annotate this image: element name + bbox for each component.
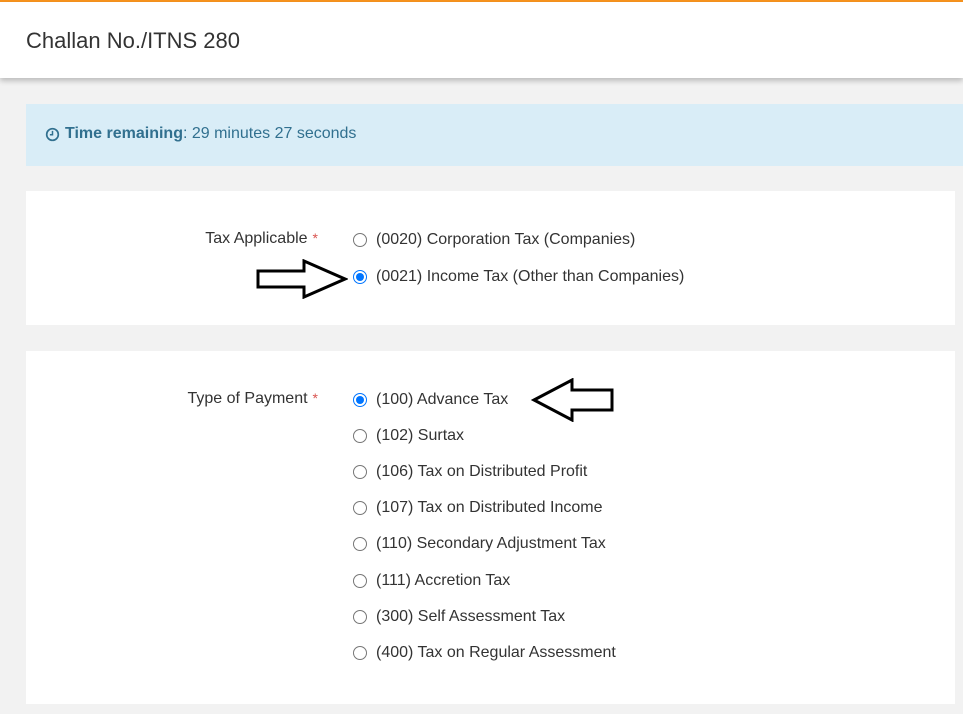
radio-option-110[interactable]: (110) Secondary Adjustment Tax xyxy=(353,534,606,554)
radio-option-label: (110) Secondary Adjustment Tax xyxy=(376,535,606,552)
radio-button-checked[interactable] xyxy=(353,393,367,407)
page-header: Challan No./ITNS 280 xyxy=(0,2,963,78)
type-of-payment-section: Type of Payment * (100) Advance Tax (102)… xyxy=(26,351,955,704)
radio-option-label: (0020) Corporation Tax (Companies) xyxy=(376,231,636,248)
timer-content: Time remaining : 29 minutes 27 seconds xyxy=(45,125,356,143)
left-arrow-icon xyxy=(530,378,614,422)
type-of-payment-label: Type of Payment * xyxy=(26,390,318,408)
right-arrow-icon xyxy=(256,259,348,299)
radio-button[interactable] xyxy=(353,233,367,247)
required-asterisk: * xyxy=(312,390,318,406)
radio-option-label: (107) Tax on Distributed Income xyxy=(376,499,603,516)
radio-button[interactable] xyxy=(353,610,367,624)
radio-button-checked[interactable] xyxy=(353,270,367,284)
radio-option-300[interactable]: (300) Self Assessment Tax xyxy=(353,607,565,627)
radio-button[interactable] xyxy=(353,429,367,443)
tax-applicable-section: Tax Applicable * (0020) Corporation Tax (… xyxy=(26,191,955,325)
radio-option-107[interactable]: (107) Tax on Distributed Income xyxy=(353,498,602,518)
radio-button[interactable] xyxy=(353,574,367,588)
radio-option-label: (0021) Income Tax (Other than Companies) xyxy=(376,268,685,285)
radio-option-label: (300) Self Assessment Tax xyxy=(376,608,566,625)
radio-option-label: (100) Advance Tax xyxy=(376,391,509,408)
type-of-payment-label-text: Type of Payment xyxy=(187,390,308,407)
radio-option-111[interactable]: (111) Accretion Tax xyxy=(353,571,510,591)
radio-option-100[interactable]: (100) Advance Tax xyxy=(353,390,508,410)
tax-applicable-label: Tax Applicable * xyxy=(26,230,318,248)
radio-option-0021[interactable]: (0021) Income Tax (Other than Companies) xyxy=(353,267,684,287)
radio-option-label: (102) Surtax xyxy=(376,427,465,444)
timer-label: Time remaining xyxy=(65,125,183,142)
radio-button[interactable] xyxy=(353,646,367,660)
clock-icon xyxy=(45,127,60,141)
timer-value: : 29 minutes 27 seconds xyxy=(182,125,357,142)
radio-button[interactable] xyxy=(353,537,367,551)
radio-option-106[interactable]: (106) Tax on Distributed Profit xyxy=(353,462,587,482)
page-title: Challan No./ITNS 280 xyxy=(26,28,240,53)
radio-option-label: (400) Tax on Regular Assessment xyxy=(376,644,616,661)
tax-applicable-label-text: Tax Applicable xyxy=(205,230,308,247)
required-asterisk: * xyxy=(312,230,318,246)
radio-button[interactable] xyxy=(353,465,367,479)
radio-option-0020[interactable]: (0020) Corporation Tax (Companies) xyxy=(353,230,635,250)
time-remaining-alert: Time remaining : 29 minutes 27 seconds xyxy=(26,104,963,166)
radio-option-102[interactable]: (102) Surtax xyxy=(353,426,464,446)
radio-option-label: (106) Tax on Distributed Profit xyxy=(376,463,588,480)
radio-option-400[interactable]: (400) Tax on Regular Assessment xyxy=(353,643,616,663)
radio-button[interactable] xyxy=(353,501,367,515)
radio-option-label: (111) Accretion Tax xyxy=(376,572,511,589)
